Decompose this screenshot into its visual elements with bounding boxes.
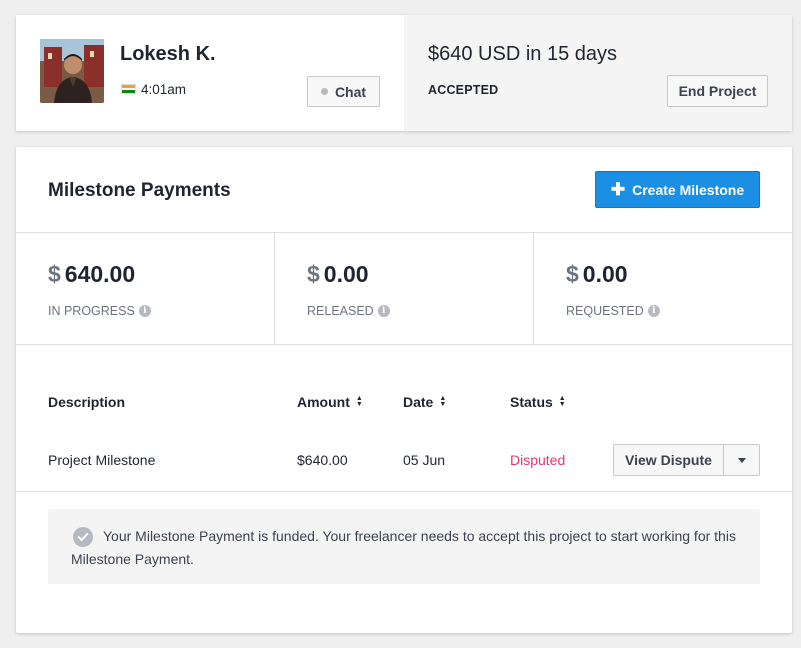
milestone-stats: $640.00 IN PROGRESS i $0.00 RELEASED i $0.… [16, 232, 792, 345]
freelancer-local-time: 4:01am [141, 82, 187, 97]
milestone-description: Project Milestone [48, 452, 156, 468]
create-milestone-button[interactable]: ✚ Create Milestone [595, 171, 760, 208]
sort-icon[interactable]: ▲ ▼ [439, 395, 446, 408]
stat-requested: $0.00 REQUESTED i [534, 233, 792, 344]
stat-label: RELEASED i [307, 304, 390, 318]
sort-icon[interactable]: ▲ ▼ [356, 395, 363, 408]
freelancer-avatar[interactable] [40, 39, 104, 103]
end-project-button[interactable]: End Project [667, 75, 768, 107]
more-actions-dropdown[interactable] [724, 444, 760, 476]
stat-value: $640.00 [48, 261, 136, 287]
funded-notice-text: Your Milestone Payment is funded. Your f… [71, 528, 736, 567]
status-dot-icon [320, 88, 328, 95]
bid-panel: $640 USD in 15 days ACCEPTED End Project [404, 15, 792, 131]
chevron-down-icon [737, 457, 746, 463]
info-icon[interactable]: i [647, 305, 660, 317]
milestone-amount: $640.00 [297, 452, 348, 468]
section-title: Milestone Payments [48, 180, 231, 201]
stat-value: $0.00 [566, 261, 628, 287]
view-dispute-button[interactable]: View Dispute [613, 444, 724, 476]
freelancer-name[interactable]: Lokesh K. [120, 43, 216, 66]
column-header-status[interactable]: Status ▲ ▼ [510, 394, 566, 410]
sort-icon[interactable]: ▲ ▼ [559, 395, 566, 408]
stat-value: $0.00 [307, 261, 369, 287]
chat-button-label: Chat [334, 83, 367, 100]
stat-in-progress: $640.00 IN PROGRESS i [16, 233, 275, 344]
chat-button[interactable]: Chat [307, 76, 380, 107]
stat-released: $0.00 RELEASED i [275, 233, 534, 344]
stat-label: REQUESTED i [566, 304, 660, 318]
info-icon[interactable]: i [377, 305, 390, 317]
plus-icon: ✚ [610, 180, 626, 199]
funded-notice: Your Milestone Payment is funded. Your f… [48, 509, 760, 584]
column-header-amount[interactable]: Amount ▲ ▼ [297, 394, 363, 410]
milestone-payments-card: Milestone Payments ✚ Create Milestone $6… [16, 147, 792, 633]
info-icon[interactable]: i [138, 305, 151, 317]
project-header-card: Lokesh K. 4:01am Chat $640 USD in 15 day… [16, 15, 792, 131]
column-header-description: Description [48, 394, 126, 410]
milestone-status-badge: Disputed [510, 452, 566, 468]
bid-amount: $640 USD in 15 days [428, 43, 618, 65]
row-divider [16, 491, 792, 492]
bid-status: ACCEPTED [428, 83, 499, 97]
view-dispute-split-button: View Dispute [613, 444, 760, 476]
stat-label: IN PROGRESS i [48, 304, 151, 318]
india-flag-icon [121, 84, 136, 94]
create-milestone-label: Create Milestone [632, 181, 745, 198]
column-header-date[interactable]: Date ▲ ▼ [403, 394, 446, 410]
freelancer-panel: Lokesh K. 4:01am Chat [16, 15, 404, 131]
milestone-date: 05 Jun [403, 452, 446, 468]
